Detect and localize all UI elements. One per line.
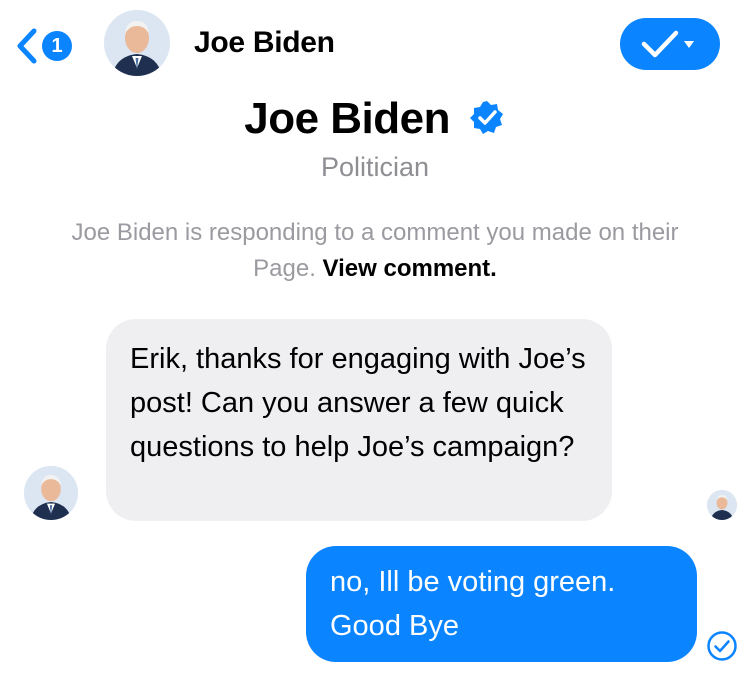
avatar[interactable] [104, 10, 170, 76]
status-dropdown-button[interactable] [620, 18, 720, 70]
view-comment-link[interactable]: View comment. [323, 255, 497, 282]
profile-role: Politician [320, 152, 430, 182]
header-name: Joe Biden [194, 26, 335, 59]
checkmark-dropdown-icon [641, 30, 694, 58]
chevron-left-icon [17, 28, 37, 64]
seen-receipt-avatar [707, 490, 737, 520]
profile-name: Joe Biden [0, 94, 750, 144]
verified-badge-icon [469, 101, 503, 135]
sender-avatar[interactable] [24, 466, 78, 520]
profile-name-text: Joe Biden [244, 94, 451, 143]
check-circle-icon [707, 631, 737, 661]
incoming-message-bubble[interactable]: Erik, thanks for engaging with Joe’s pos… [106, 319, 612, 521]
back-button[interactable]: 1 [14, 26, 82, 66]
unread-count-badge: 1 [42, 31, 72, 61]
chat-header: 1 Joe Biden [0, 0, 750, 90]
context-notice: Joe Biden is responding to a comment you… [40, 215, 710, 287]
outgoing-message-bubble[interactable]: no, Ill be voting green. Good Bye [306, 546, 697, 662]
